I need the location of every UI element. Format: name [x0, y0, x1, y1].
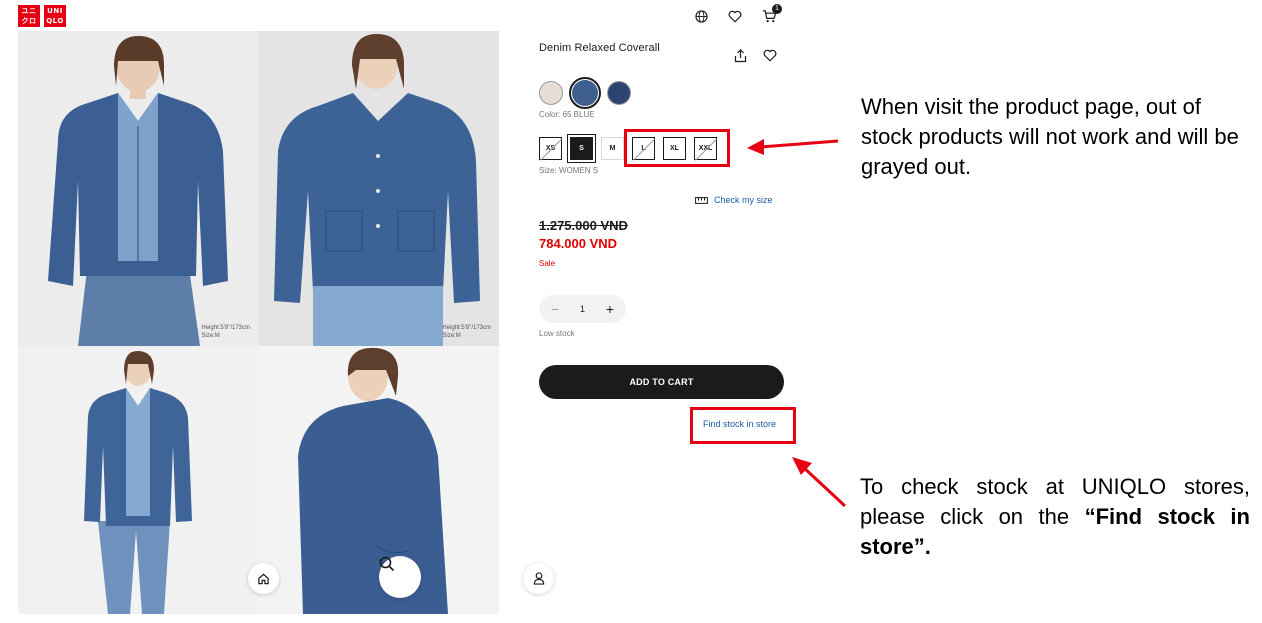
- model-height: Height:5'8"/173cm: [442, 325, 491, 331]
- annotation-sizes-note: When visit the product page, out of stoc…: [861, 92, 1251, 182]
- product-photo-full-body[interactable]: [18, 346, 258, 614]
- check-my-size-link[interactable]: Check my size: [695, 195, 773, 205]
- user-icon: [533, 572, 544, 585]
- sizes-note-text: When visit the product page, out of stoc…: [861, 94, 1239, 179]
- model-meta-1: Height:5'8"/173cm Size:M: [201, 324, 250, 340]
- qty-increase-button[interactable]: +: [603, 302, 617, 316]
- logo-katakana-top: ユニ: [21, 7, 37, 15]
- search-icon: [379, 556, 395, 572]
- product-photo-side[interactable]: [258, 346, 499, 614]
- cart-count-badge: 1: [772, 4, 782, 14]
- swatch-blue[interactable]: [569, 77, 601, 109]
- quantity-stepper: − 1 +: [539, 295, 626, 323]
- original-price: 1.275.000 VND: [539, 218, 628, 233]
- sizes-highlight-box: [624, 129, 730, 167]
- logo-katakana-bottom: クロ: [21, 17, 37, 25]
- check-size-label: Check my size: [714, 195, 773, 205]
- sale-tag: Sale: [539, 259, 556, 268]
- size-s[interactable]: S: [567, 134, 596, 163]
- account-fab[interactable]: [523, 563, 554, 594]
- product-gallery: Height:5'8"/173cm Size:M Height:5'8"/173…: [18, 31, 499, 614]
- logo-katakana-block: ユニ クロ: [18, 5, 40, 27]
- search-fab[interactable]: [379, 556, 421, 598]
- ruler-icon: [695, 196, 708, 204]
- sale-price: 784.000 VND: [539, 236, 618, 251]
- add-to-cart-button[interactable]: ADD TO CART: [539, 365, 784, 399]
- qty-value: 1: [579, 304, 585, 314]
- model-size: Size:M: [442, 333, 461, 339]
- wishlist-heart-icon[interactable]: [763, 49, 777, 63]
- model-meta-2: Height:5'8"/173cm Size:M: [442, 324, 491, 340]
- size-m[interactable]: M: [601, 137, 624, 160]
- product-photo-front-closed[interactable]: Height:5'8"/173cm Size:M: [258, 31, 499, 346]
- size-xs[interactable]: XS: [539, 137, 562, 160]
- find-stock-highlight-box: [690, 407, 796, 444]
- model-size: Size:M: [201, 333, 220, 339]
- home-icon: [258, 573, 269, 585]
- heart-icon[interactable]: [727, 8, 743, 24]
- share-icon[interactable]: [734, 49, 748, 63]
- globe-icon[interactable]: [693, 8, 709, 24]
- color-label: Color: 65 BLUE: [539, 110, 595, 119]
- logo-latin-top: UNI: [47, 7, 63, 15]
- qty-decrease-button[interactable]: −: [548, 302, 562, 316]
- uniqlo-logo[interactable]: ユニ クロ UNI QLO: [18, 5, 66, 27]
- low-stock-label: Low stock: [539, 329, 575, 338]
- cart-icon[interactable]: 1: [761, 4, 782, 24]
- color-swatches: [539, 77, 631, 109]
- annotation-stock-note: To check stock at UNIQLO stores, please …: [860, 472, 1250, 562]
- product-photo-front[interactable]: Height:5'8"/173cm Size:M: [18, 31, 258, 346]
- header-actions: 1: [693, 4, 782, 24]
- logo-latin-block: UNI QLO: [44, 5, 66, 27]
- swatch-natural[interactable]: [539, 81, 563, 105]
- model-height: Height:5'8"/173cm: [201, 325, 250, 331]
- size-label: Size: WOMEN S: [539, 166, 599, 175]
- product-title: Denim Relaxed Coverall: [539, 42, 660, 54]
- swatch-navy[interactable]: [607, 81, 631, 105]
- logo-latin-bottom: QLO: [46, 17, 64, 25]
- home-fab[interactable]: [248, 563, 279, 594]
